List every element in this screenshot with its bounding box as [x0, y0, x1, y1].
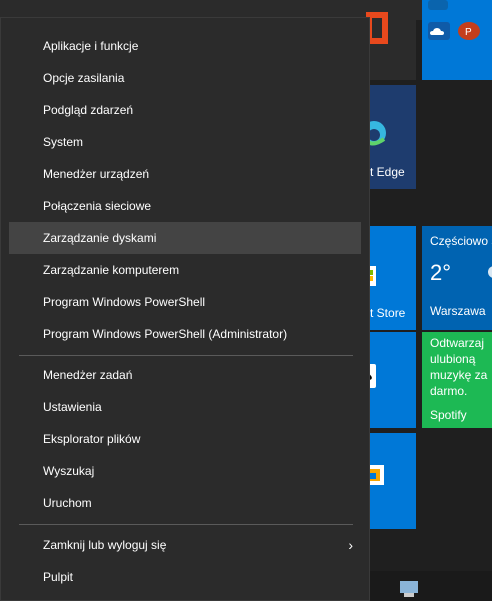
menu-item-label: Program Windows PowerShell [43, 295, 206, 309]
spotify-text-1: Odtwarzaj [430, 336, 485, 350]
menu-item-computer-management[interactable]: Zarządzanie komputerem [9, 254, 361, 286]
menu-item-label: Połączenia sieciowe [43, 199, 152, 213]
menu-item-settings[interactable]: Ustawienia [9, 391, 361, 423]
svg-text:P: P [465, 27, 472, 38]
winx-context-menu: Aplikacje i funkcje Opcje zasilania Podg… [0, 17, 370, 601]
menu-item-powershell[interactable]: Program Windows PowerShell [9, 286, 361, 318]
spotify-text-2: ulubioną [430, 352, 476, 366]
menu-item-label: Menedżer urządzeń [43, 167, 150, 181]
outlook-icon[interactable] [428, 0, 448, 10]
menu-item-powershell-admin[interactable]: Program Windows PowerShell (Administrato… [9, 318, 361, 350]
menu-item-disk-management[interactable]: Zarządzanie dyskami [9, 222, 361, 254]
menu-item-desktop[interactable]: Pulpit [9, 561, 361, 593]
menu-separator [19, 524, 353, 525]
chevron-right-icon: › [348, 537, 353, 553]
weather-city: Warszawa [430, 304, 486, 318]
spotify-label: Spotify [430, 408, 467, 422]
menu-item-label: Pulpit [43, 570, 74, 584]
menu-item-apps-features[interactable]: Aplikacje i funkcje [9, 30, 361, 62]
menu-item-label: Zarządzanie komputerem [43, 263, 180, 277]
menu-item-label: Program Windows PowerShell (Administrato… [43, 327, 288, 341]
spotify-text-4: darmo. [430, 384, 468, 398]
menu-separator [19, 355, 353, 356]
menu-item-label: System [43, 135, 84, 149]
spotify-tile[interactable]: Odtwarzaj ulubioną muzykę za darmo. Spot… [422, 332, 492, 428]
menu-item-device-manager[interactable]: Menedżer urządzeń [9, 158, 361, 190]
spotify-text-3: muzykę za [430, 368, 488, 382]
onedrive-icon[interactable] [428, 22, 450, 40]
menu-item-system[interactable]: System [9, 126, 361, 158]
menu-item-network-connections[interactable]: Połączenia sieciowe [9, 190, 361, 222]
powerpoint-icon[interactable]: P [458, 22, 480, 40]
weather-icon [488, 266, 492, 278]
menu-item-label: Aplikacje i funkcje [43, 39, 139, 53]
menu-item-task-manager[interactable]: Menedżer zadań [9, 359, 361, 391]
menu-item-event-viewer[interactable]: Podgląd zdarzeń [9, 94, 361, 126]
menu-item-label: Wyszukaj [43, 464, 95, 478]
tile-group-top-right: P [422, 0, 492, 80]
menu-item-label: Uruchom [43, 496, 92, 510]
desktop-screen: P oft Edge oft Store Częściowo s 2° Wars… [0, 0, 492, 601]
menu-item-label: Menedżer zadań [43, 368, 133, 382]
weather-title: Częściowo s [430, 234, 492, 248]
menu-item-label: Eksplorator plików [43, 432, 141, 446]
network-computer-icon[interactable] [398, 577, 422, 601]
menu-item-power-options[interactable]: Opcje zasilania [9, 62, 361, 94]
menu-item-run[interactable]: Uruchom [9, 487, 361, 519]
menu-item-label: Podgląd zdarzeń [43, 103, 134, 117]
menu-item-search[interactable]: Wyszukaj [9, 455, 361, 487]
weather-temp: 2° [430, 260, 452, 285]
menu-item-label: Ustawienia [43, 400, 102, 414]
taskbar-fragment [362, 571, 492, 601]
menu-item-label: Zamknij lub wyloguj się [43, 538, 167, 552]
menu-item-shutdown-signout[interactable]: Zamknij lub wyloguj się › [9, 529, 361, 561]
weather-tile[interactable]: Częściowo s 2° Warszawa [422, 226, 492, 330]
menu-item-file-explorer[interactable]: Eksplorator plików [9, 423, 361, 455]
menu-item-label: Opcje zasilania [43, 71, 125, 85]
menu-item-label: Zarządzanie dyskami [43, 231, 157, 245]
